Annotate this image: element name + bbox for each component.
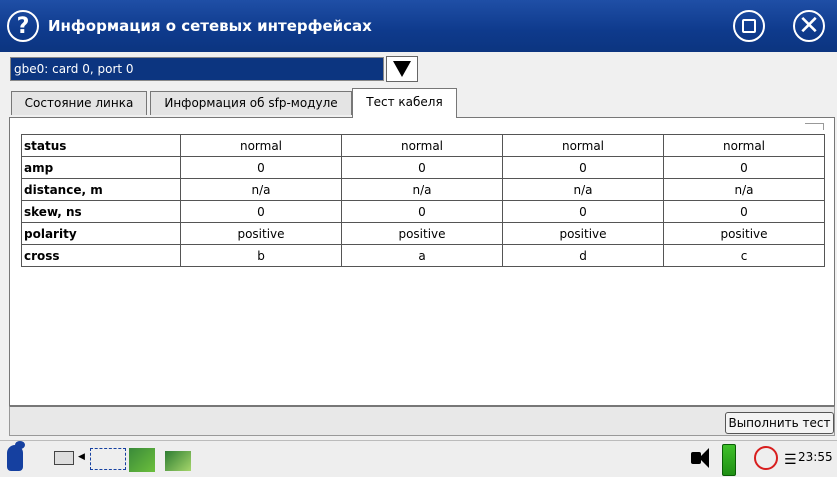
table-cell: a: [341, 244, 503, 267]
table-cell: n/a: [663, 178, 825, 201]
table-cell: n/a: [502, 178, 664, 201]
table-cell: positive: [502, 222, 664, 245]
tab-cable-test[interactable]: Тест кабеля: [352, 88, 457, 118]
table-cell: d: [502, 244, 664, 267]
cable-test-table: status normal normal normal normal amp 0 0 0 0 dis…: [21, 134, 825, 267]
network-card-icon[interactable]: [129, 448, 155, 472]
table-cell: 0: [180, 156, 342, 179]
menu-icon[interactable]: ☰: [784, 452, 797, 468]
action-bar: [9, 406, 835, 436]
close-icon: ✕: [798, 11, 820, 41]
table-row: status normal normal normal normal: [21, 134, 825, 157]
table-cell: b: [180, 244, 342, 267]
keyboard-icon[interactable]: [54, 451, 74, 465]
row-label: distance, m: [21, 178, 181, 201]
table-row: amp 0 0 0 0: [21, 156, 825, 179]
table-row: skew, ns 0 0 0 0: [21, 200, 825, 223]
interface-select[interactable]: gbe0: card 0, port 0: [10, 57, 384, 81]
speaker-icon[interactable]: [687, 446, 713, 470]
row-label: skew, ns: [21, 200, 181, 223]
row-label: amp: [21, 156, 181, 179]
table-cell: n/a: [341, 178, 503, 201]
table-cell: c: [663, 244, 825, 267]
help-icon[interactable]: ?: [7, 10, 39, 42]
table-row: distance, m n/a n/a n/a n/a: [21, 178, 825, 201]
close-button[interactable]: ✕: [793, 10, 825, 42]
table-row: polarity positive positive positive positive: [21, 222, 825, 245]
app-logo-icon[interactable]: [4, 441, 26, 472]
battery-icon: [722, 444, 736, 476]
run-test-button[interactable]: Выполнить тест: [725, 412, 834, 434]
tab-link-status[interactable]: Состояние линка: [11, 91, 147, 115]
table-cell: n/a: [180, 178, 342, 201]
table-cell: 0: [663, 200, 825, 223]
stop-button[interactable]: [733, 10, 765, 42]
table-cell: positive: [341, 222, 503, 245]
title-bar: ? Информация о сетевых интерфейсах ✕: [0, 0, 837, 52]
table-cell: 0: [502, 156, 664, 179]
window-title: Информация о сетевых интерфейсах: [48, 17, 372, 35]
table-cell: 0: [341, 156, 503, 179]
table-cell: 0: [663, 156, 825, 179]
table-cell: normal: [180, 134, 342, 157]
table-cell: normal: [341, 134, 503, 157]
clock: 23:55: [798, 450, 833, 464]
table-cell: positive: [180, 222, 342, 245]
row-label: status: [21, 134, 181, 157]
table-cell: 0: [502, 200, 664, 223]
table-cell: 0: [341, 200, 503, 223]
row-label: polarity: [21, 222, 181, 245]
expand-arrow-icon[interactable]: ◀: [78, 452, 85, 462]
table-cell: normal: [663, 134, 825, 157]
chevron-down-icon: [393, 61, 411, 77]
record-icon[interactable]: [754, 446, 778, 470]
tab-sfp-info[interactable]: Информация об sfp-модуле: [150, 91, 352, 115]
interface-dropdown-button[interactable]: [386, 56, 418, 82]
scroll-indicator: [805, 123, 824, 130]
network-card-2-icon[interactable]: [165, 451, 191, 471]
table-cell: normal: [502, 134, 664, 157]
table-cell: 0: [180, 200, 342, 223]
stop-icon: [742, 19, 756, 33]
network-icon[interactable]: [90, 448, 126, 470]
table-row: cross b a d c: [21, 244, 825, 267]
cable-test-panel: status normal normal normal normal amp 0 0 0 0 dis…: [9, 117, 835, 406]
table-cell: positive: [663, 222, 825, 245]
row-label: cross: [21, 244, 181, 267]
